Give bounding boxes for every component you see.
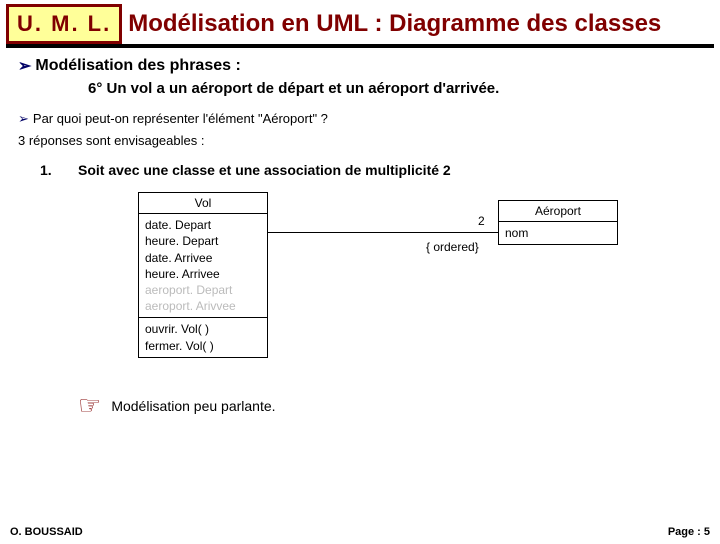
arrow-icon: ➢ — [18, 56, 31, 76]
attr: heure. Arrivee — [145, 266, 261, 282]
class-name: Vol — [139, 193, 267, 214]
section-heading: ➢ Modélisation des phrases : — [18, 56, 702, 76]
uml-diagram: Vol date. Depart heure. Depart date. Arr… — [78, 192, 702, 382]
pointing-hand-icon: ☞ — [78, 390, 101, 421]
page-title: Modélisation en UML : Diagramme des clas… — [128, 4, 714, 44]
class-aeroport: Aéroport nom — [498, 200, 618, 245]
op: fermer. Vol( ) — [145, 338, 261, 354]
attr: date. Depart — [145, 217, 261, 233]
multiplicity-label: 2 — [478, 214, 485, 228]
attr-removed: aeroport. Depart — [145, 282, 261, 298]
option-number: 1. — [40, 162, 60, 178]
attr: nom — [505, 225, 611, 241]
association-line — [268, 232, 498, 233]
arrow-icon: ➢ — [18, 111, 29, 127]
answers-intro: 3 réponses sont envisageables : — [18, 133, 702, 148]
footer-page: Page : 5 — [668, 526, 710, 538]
logo-badge: U. M. L. — [6, 4, 122, 44]
note-text: Modélisation peu parlante. — [111, 398, 275, 414]
attr-removed: aeroport. Arivvee — [145, 298, 261, 314]
class-name: Aéroport — [499, 201, 617, 222]
attr: heure. Depart — [145, 233, 261, 249]
class-attributes: date. Depart heure. Depart date. Arrivee… — [139, 214, 267, 318]
ordered-constraint: { ordered} — [426, 240, 479, 254]
class-attributes: nom — [499, 222, 617, 244]
attr: date. Arrivee — [145, 250, 261, 266]
rule-text: 6° Un vol a un aéroport de départ et un … — [88, 80, 702, 97]
option-row: 1. Soit avec une classe et une associati… — [40, 162, 702, 178]
question-text: Par quoi peut-on représenter l'élément "… — [33, 111, 328, 127]
section-label: Modélisation des phrases : — [35, 57, 240, 75]
op: ouvrir. Vol( ) — [145, 321, 261, 337]
footer-author: O. BOUSSAID — [10, 526, 83, 538]
class-vol: Vol date. Depart heure. Depart date. Arr… — [138, 192, 268, 358]
class-operations: ouvrir. Vol( ) fermer. Vol( ) — [139, 318, 267, 356]
note-row: ☞ Modélisation peu parlante. — [78, 390, 702, 421]
question-line: ➢ Par quoi peut-on représenter l'élément… — [18, 111, 702, 127]
option-text: Soit avec une classe et une association … — [78, 162, 451, 178]
